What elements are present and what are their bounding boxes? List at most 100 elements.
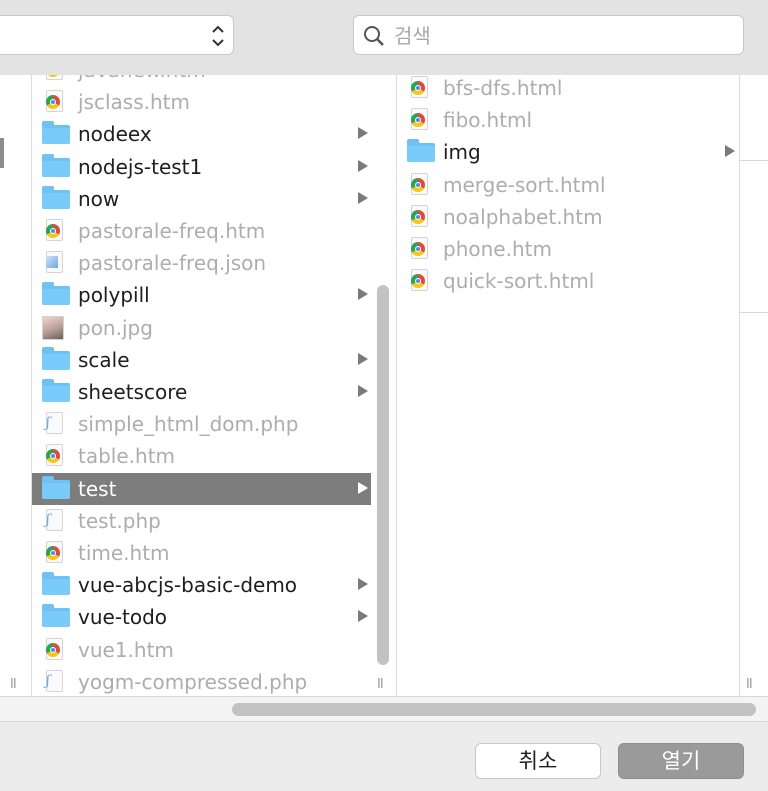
column-1[interactable]: II (0, 75, 30, 696)
chrome-document-icon (42, 637, 68, 662)
file-item[interactable]: jsclass.htm (32, 86, 372, 118)
disclosure-arrow-icon (358, 385, 368, 397)
item-name: scale (78, 347, 130, 372)
search-icon (364, 26, 384, 46)
folder-icon (42, 346, 70, 372)
item-name: quick-sort.html (443, 269, 595, 294)
folder-item[interactable]: sheetscore (32, 376, 372, 408)
open-button[interactable]: 열기 (618, 743, 744, 779)
folder-item[interactable]: nodeex (32, 118, 372, 150)
disclosure-arrow-icon (725, 145, 735, 158)
column-4[interactable]: II (739, 75, 768, 696)
file-item[interactable]: bfs-dfs.html (397, 75, 739, 104)
item-name: img (443, 140, 481, 165)
horizontal-scrollbar[interactable] (0, 696, 768, 722)
column-2[interactable]: javanew.htm jsclass.htm nodeex nodejs-test1… (31, 75, 372, 696)
disclosure-arrow-icon (358, 352, 368, 365)
search-placeholder: 검색 (394, 24, 431, 48)
file-item[interactable]: javanew.htm (32, 75, 372, 86)
item-name: now (78, 186, 120, 211)
item-name: simple_html_dom.php (78, 412, 299, 437)
folder-icon (42, 121, 70, 146)
disclosure-arrow-icon (358, 191, 368, 204)
file-item[interactable]: merge-sort.html (397, 169, 739, 201)
folder-icon (42, 379, 70, 404)
php-file-icon: ʃ (42, 412, 68, 436)
disclosure-arrow-icon (358, 288, 368, 301)
column-resize-handle[interactable]: II (10, 677, 17, 692)
divider (740, 160, 768, 161)
column-3[interactable]: bfs-dfs.html fibo.html img merge-sort.html n… (396, 75, 739, 696)
disclosure-arrow-icon (358, 127, 368, 140)
file-item[interactable]: noalphabet.htm (397, 201, 739, 233)
dialog-toolbar: 검색 (0, 0, 768, 76)
disclosure-arrow-icon (358, 610, 368, 623)
cancel-button[interactable]: 취소 (475, 743, 601, 779)
file-item[interactable]: phone.htm (397, 233, 739, 265)
item-name: vue1.htm (78, 637, 174, 662)
item-name: sheetscore (78, 380, 188, 404)
item-name: jsclass.htm (78, 90, 190, 115)
php-file-icon: ʃ (42, 508, 68, 533)
item-name: test (78, 476, 117, 501)
scrollbar-thumb[interactable] (377, 285, 389, 665)
column-resize-handle[interactable]: II (377, 677, 384, 692)
column-2-scrollbar[interactable]: II (371, 75, 396, 696)
chrome-document-icon (42, 444, 68, 468)
json-file-icon (42, 251, 68, 275)
item-name: polypill (78, 283, 150, 308)
folder-item[interactable]: polypill (32, 279, 372, 311)
item-name: pastorale-freq.htm (78, 219, 266, 243)
item-name: table.htm (78, 444, 176, 469)
file-item[interactable]: quick-sort.html (397, 265, 739, 297)
item-name: nodejs-test1 (78, 154, 203, 179)
column-resize-handle[interactable]: II (746, 677, 753, 692)
folder-item[interactable]: scale (32, 344, 372, 376)
chrome-document-icon (407, 269, 433, 293)
item-name: yogm-compressed.php (78, 669, 308, 694)
item-name: time.htm (78, 541, 170, 565)
selection-marker (0, 138, 4, 168)
chrome-document-icon (407, 237, 433, 261)
folder-item[interactable]: vue-abcjs-basic-demo (32, 569, 372, 601)
disclosure-arrow-icon (358, 578, 368, 591)
search-field[interactable]: 검색 (353, 15, 744, 55)
file-item[interactable]: pastorale-freq.json (32, 247, 372, 279)
folder-icon (42, 185, 70, 211)
file-item[interactable]: pon.jpg (32, 312, 372, 344)
image-file-icon (42, 315, 68, 340)
column-browser: II javanew.htm jsclass.htm nodeex nodejs-te… (0, 75, 768, 696)
item-name: merge-sort.html (443, 172, 606, 197)
php-file-icon: ʃ (42, 669, 68, 694)
disclosure-arrow-icon (358, 159, 368, 172)
folder-item[interactable]: nodejs-test1 (32, 151, 372, 183)
disclosure-arrow-icon (358, 481, 368, 494)
item-name: noalphabet.htm (443, 204, 603, 229)
divider (740, 312, 768, 313)
chrome-document-icon (42, 541, 68, 565)
file-item[interactable]: pastorale-freq.htm (32, 215, 372, 247)
file-item[interactable]: ʃ test.php (32, 505, 372, 537)
item-name: test.php (78, 508, 161, 533)
file-item[interactable]: fibo.html (397, 104, 739, 136)
item-name: pastorale-freq.json (78, 251, 267, 276)
folder-item[interactable]: img (397, 136, 739, 168)
folder-item[interactable]: now (32, 183, 372, 215)
item-name: phone.htm (443, 237, 552, 261)
folder-icon (42, 604, 70, 629)
item-name: pon.jpg (78, 315, 153, 340)
file-item[interactable]: vue1.htm (32, 634, 372, 666)
folder-item[interactable]: test (32, 472, 372, 505)
location-popup[interactable] (0, 15, 234, 55)
horizontal-scrollbar-thumb[interactable] (232, 703, 756, 716)
item-name: vue-abcjs-basic-demo (78, 573, 298, 598)
folder-item[interactable]: vue-todo (32, 601, 372, 633)
file-item[interactable]: time.htm (32, 537, 372, 569)
file-item[interactable]: ʃ simple_html_dom.php (32, 408, 372, 440)
file-item[interactable]: table.htm (32, 440, 372, 472)
chrome-document-icon (407, 172, 433, 197)
folder-icon (42, 572, 70, 597)
file-item[interactable]: ʃ yogm-compressed.php (32, 666, 372, 696)
updown-chevron-icon (212, 25, 224, 47)
folder-icon (407, 139, 435, 164)
